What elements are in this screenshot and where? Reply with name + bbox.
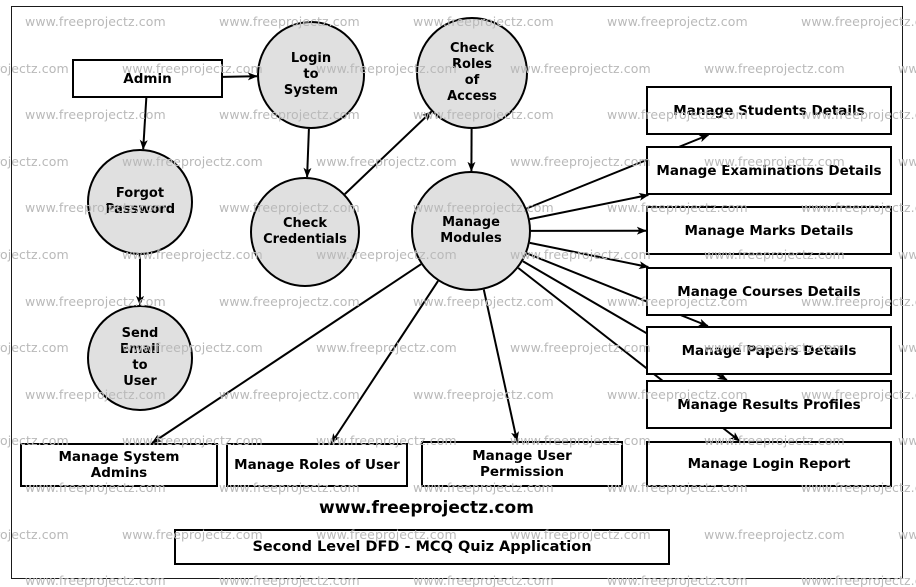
manage-system-admins-label: Manage System Admins	[58, 449, 180, 481]
check-roles-process[interactable]: Check Roles of Access	[416, 17, 528, 129]
send-email-label: Send Email to User	[119, 326, 161, 389]
login-to-system-label: Login to System	[283, 51, 339, 98]
manage-system-admins-box[interactable]: Manage System Admins	[20, 443, 218, 487]
manage-examinations-details-box[interactable]: Manage Examinations Details	[646, 146, 892, 195]
manage-login-report-label: Manage Login Report	[687, 456, 851, 472]
edge-admin-to-forgot-password	[139, 97, 148, 150]
login-to-system-process[interactable]: Login to System	[257, 21, 365, 129]
manage-examinations-details-label: Manage Examinations Details	[656, 162, 882, 179]
manage-courses-details-box[interactable]: Manage Courses Details	[646, 267, 892, 316]
dfd-diagram-canvas: Admin Manage Students Details Manage Exami…	[0, 0, 916, 587]
manage-modules-label: Manage Modules	[440, 215, 502, 246]
manage-students-details-box[interactable]: Manage Students Details	[646, 86, 892, 135]
check-roles-label: Check Roles of Access	[447, 41, 497, 104]
title-box-label: Second Level DFD - MCQ Quiz Application	[252, 539, 592, 555]
manage-roles-of-user-label: Manage Roles of User	[234, 457, 400, 473]
manage-courses-details-label: Manage Courses Details	[677, 283, 861, 300]
edge-manage-modules-to-manage-examinations-details	[529, 192, 650, 221]
forgot-password-process[interactable]: Forgot Password	[87, 149, 193, 255]
forgot-password-label: Forgot Password	[104, 186, 176, 217]
edge-check-credentials-to-check-roles	[344, 110, 433, 195]
manage-results-profiles-label: Manage Results Profiles	[677, 396, 861, 413]
edge-manage-modules-to-manage-courses-details	[529, 241, 650, 270]
admin-entity[interactable]: Admin	[72, 59, 223, 98]
check-credentials-label: Check Credentials	[263, 216, 347, 247]
edge-admin-to-login-to-system	[222, 72, 258, 81]
manage-roles-of-user-box[interactable]: Manage Roles of User	[226, 443, 408, 487]
title-box[interactable]: Second Level DFD - MCQ Quiz Application	[174, 529, 670, 565]
send-email-process[interactable]: Send Email to User	[87, 305, 193, 411]
manage-user-permission-label: Manage User Permission	[472, 448, 572, 480]
manage-results-profiles-box[interactable]: Manage Results Profiles	[646, 380, 892, 429]
manage-user-permission-box[interactable]: Manage User Permission	[421, 441, 623, 487]
manage-students-details-label: Manage Students Details	[673, 102, 865, 119]
manage-marks-details-box[interactable]: Manage Marks Details	[646, 206, 892, 255]
manage-modules-process[interactable]: Manage Modules	[411, 171, 531, 291]
site-brand-label: www.freeprojectz.com	[319, 498, 534, 518]
check-credentials-process[interactable]: Check Credentials	[250, 177, 360, 287]
manage-login-report-box[interactable]: Manage Login Report	[646, 441, 892, 487]
edge-login-to-system-to-check-credentials	[303, 128, 312, 178]
manage-papers-details-label: Manage Papers Details	[681, 342, 857, 359]
edge-manage-modules-to-manage-user-permission	[482, 289, 519, 442]
manage-marks-details-label: Manage Marks Details	[684, 222, 854, 239]
admin-label: Admin	[123, 70, 172, 87]
manage-papers-details-box[interactable]: Manage Papers Details	[646, 326, 892, 375]
edge-manage-modules-to-manage-roles-of-user	[330, 280, 439, 444]
